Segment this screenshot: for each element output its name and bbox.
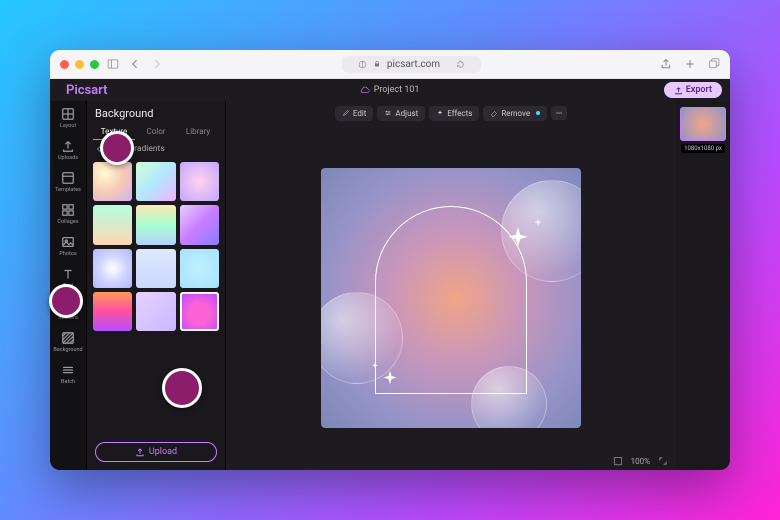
canvas-toolbar: Edit Adjust Effects Remove bbox=[226, 101, 676, 125]
tutorial-highlight-marker bbox=[162, 368, 202, 408]
tool-remove[interactable]: Remove bbox=[483, 106, 547, 121]
forward-button[interactable] bbox=[151, 58, 163, 70]
sparkle-icon bbox=[381, 370, 399, 388]
shield-icon bbox=[358, 60, 367, 69]
artboard[interactable] bbox=[321, 168, 581, 428]
tool-edit[interactable]: Edit bbox=[335, 106, 374, 121]
cloud-icon bbox=[360, 85, 370, 95]
pencil-icon bbox=[342, 109, 350, 117]
texture-thumb-selected[interactable] bbox=[180, 292, 219, 331]
rail-templates[interactable]: Templates bbox=[53, 171, 83, 193]
rail-uploads[interactable]: Uploads bbox=[53, 139, 83, 161]
upload-icon bbox=[135, 447, 145, 457]
minimize-window-button[interactable] bbox=[75, 60, 84, 69]
tool-effects[interactable]: Effects bbox=[429, 106, 479, 121]
sparkle-icon bbox=[371, 362, 379, 370]
tool-adjust[interactable]: Adjust bbox=[377, 106, 425, 121]
layer-thumbnail[interactable] bbox=[680, 107, 726, 141]
texture-thumb[interactable] bbox=[136, 205, 175, 244]
rail-photos[interactable]: Photos bbox=[53, 235, 83, 257]
lock-icon bbox=[373, 60, 381, 68]
project-name[interactable]: Project 101 bbox=[360, 85, 420, 95]
texture-thumb[interactable] bbox=[180, 205, 219, 244]
close-window-button[interactable] bbox=[60, 60, 69, 69]
eraser-icon bbox=[490, 109, 498, 117]
new-tab-icon[interactable] bbox=[684, 58, 696, 70]
fullscreen-window-button[interactable] bbox=[90, 60, 99, 69]
layers-panel: 1080x1080 px bbox=[676, 101, 730, 470]
tutorial-highlight-marker bbox=[49, 284, 83, 318]
panel-title: Background bbox=[87, 101, 225, 124]
canvas[interactable] bbox=[226, 125, 676, 470]
reload-icon[interactable] bbox=[456, 60, 465, 69]
tabs-icon[interactable] bbox=[708, 58, 720, 70]
tab-library[interactable]: Library bbox=[177, 124, 219, 140]
sparkle-icon bbox=[505, 226, 531, 252]
rail-background[interactable]: Background bbox=[53, 331, 83, 353]
canvas-stage: Edit Adjust Effects Remove bbox=[226, 101, 676, 470]
fit-icon[interactable] bbox=[613, 456, 623, 466]
texture-thumb[interactable] bbox=[136, 162, 175, 201]
texture-thumb[interactable] bbox=[180, 162, 219, 201]
texture-thumb[interactable] bbox=[93, 205, 132, 244]
sparkle-icon bbox=[436, 109, 444, 117]
expand-icon[interactable] bbox=[658, 456, 668, 466]
browser-window: picsart.com Picsart Project 101 bbox=[50, 50, 730, 470]
address-bar[interactable]: picsart.com bbox=[171, 56, 652, 73]
sidebar-icon[interactable] bbox=[107, 58, 119, 70]
texture-grid bbox=[87, 158, 225, 335]
texture-thumb[interactable] bbox=[93, 292, 132, 331]
traffic-lights bbox=[60, 60, 99, 69]
rail-layout[interactable]: Layout bbox=[53, 107, 83, 129]
layer-size-label: 1080x1080 px bbox=[681, 144, 725, 153]
tool-more[interactable] bbox=[551, 106, 567, 120]
app-topbar: Picsart Project 101 Export bbox=[50, 79, 730, 101]
browser-chrome: picsart.com bbox=[50, 50, 730, 79]
rail-batch[interactable]: Batch bbox=[53, 363, 83, 385]
export-icon bbox=[674, 86, 683, 95]
zoom-value[interactable]: 100% bbox=[631, 457, 650, 466]
app-root: Picsart Project 101 Export Layout Upload… bbox=[50, 79, 730, 470]
texture-thumb[interactable] bbox=[93, 162, 132, 201]
sliders-icon bbox=[384, 109, 392, 117]
upload-button[interactable]: Upload bbox=[95, 442, 217, 462]
tab-color[interactable]: Color bbox=[135, 124, 177, 140]
tutorial-highlight-marker bbox=[100, 131, 134, 165]
back-button[interactable] bbox=[129, 58, 141, 70]
sparkle-icon bbox=[533, 218, 543, 228]
texture-thumb[interactable] bbox=[93, 249, 132, 288]
app-logo[interactable]: Picsart bbox=[58, 79, 116, 102]
export-button[interactable]: Export bbox=[664, 82, 722, 98]
share-icon[interactable] bbox=[660, 58, 672, 70]
texture-thumb[interactable] bbox=[136, 292, 175, 331]
texture-thumb[interactable] bbox=[180, 249, 219, 288]
texture-thumb[interactable] bbox=[136, 249, 175, 288]
url-text: picsart.com bbox=[387, 59, 440, 70]
status-bar: 100% bbox=[613, 456, 668, 466]
new-dot-icon bbox=[536, 111, 540, 115]
dots-icon bbox=[554, 109, 564, 117]
rail-collages[interactable]: Collages bbox=[53, 203, 83, 225]
